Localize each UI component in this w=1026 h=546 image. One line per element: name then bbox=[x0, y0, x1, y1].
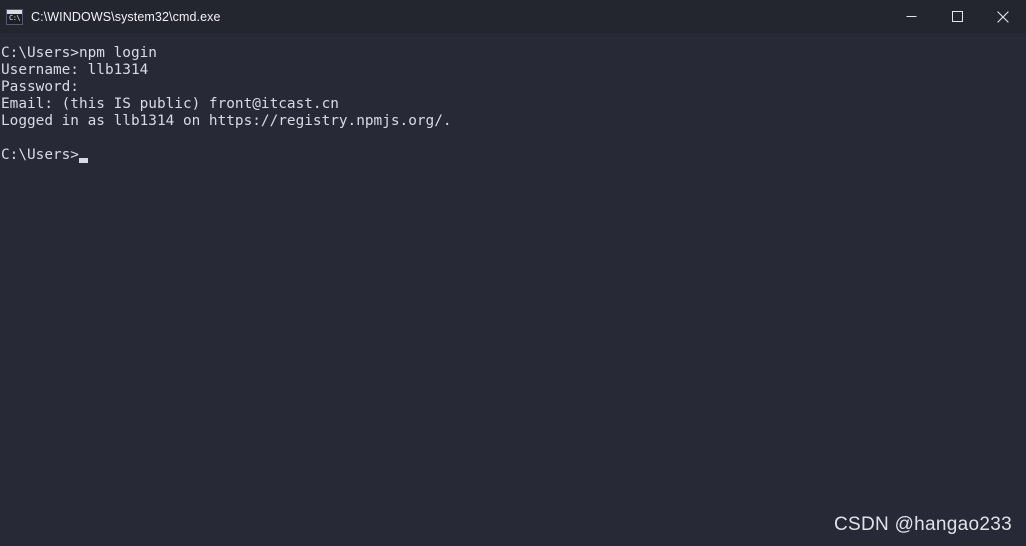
maximize-button[interactable] bbox=[934, 0, 980, 33]
cmd-icon-glyphs: C:\ bbox=[9, 13, 21, 22]
terminal-line: Password: bbox=[1, 79, 79, 95]
title-bar-left: C:\ C:\WINDOWS\system32\cmd.exe bbox=[0, 8, 888, 25]
window-title: C:\WINDOWS\system32\cmd.exe bbox=[31, 9, 221, 24]
terminal-line: Logged in as llb1314 on https://registry… bbox=[1, 113, 452, 129]
terminal-line: C:\Users>npm login bbox=[1, 45, 157, 61]
cmd-console-icon: C:\ bbox=[6, 8, 23, 25]
terminal-line: Email: (this IS public) front@itcast.cn bbox=[1, 96, 339, 112]
window-controls bbox=[888, 0, 1026, 33]
terminal-line: Username: llb1314 bbox=[1, 62, 149, 78]
terminal-prompt-line[interactable]: C:\Users> bbox=[1, 147, 1026, 164]
watermark: CSDN @hangao233 bbox=[833, 514, 1012, 535]
cmd-window: C:\ C:\WINDOWS\system32\cmd.exe C:\Users… bbox=[0, 0, 1026, 546]
title-bar[interactable]: C:\ C:\WINDOWS\system32\cmd.exe bbox=[0, 0, 1026, 33]
prompt-text: C:\Users> bbox=[1, 147, 79, 163]
cmd-icon-titlestrip bbox=[7, 9, 22, 14]
text-cursor bbox=[78, 158, 88, 163]
close-button[interactable] bbox=[980, 0, 1026, 33]
terminal-output-area[interactable]: C:\Users>npm login Username: llb1314 Pas… bbox=[0, 33, 1026, 546]
minimize-button[interactable] bbox=[888, 0, 934, 33]
